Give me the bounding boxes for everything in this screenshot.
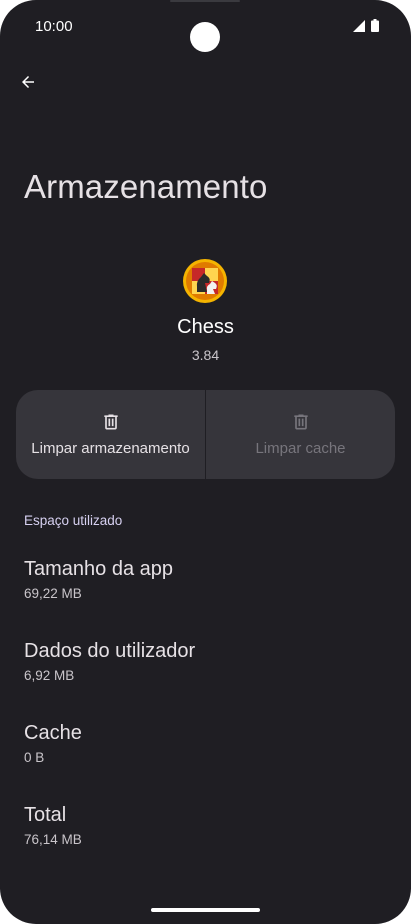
battery-icon xyxy=(371,19,379,32)
signal-icon xyxy=(353,19,365,32)
row-title: Cache xyxy=(24,722,82,744)
trash-icon xyxy=(293,414,308,430)
status-bar: 10:00 xyxy=(0,0,411,52)
app-version: 3.84 xyxy=(191,347,220,363)
storage-row-cache: Cache 0 B xyxy=(24,722,82,765)
page-title: Armazenamento xyxy=(24,168,268,205)
row-value: 0 B xyxy=(24,750,45,765)
row-value: 69,22 MB xyxy=(24,586,82,601)
status-icons xyxy=(353,19,379,32)
home-indicator[interactable] xyxy=(151,908,260,912)
trash-icon xyxy=(103,414,118,430)
app-name: Chess xyxy=(177,316,234,338)
storage-row-total: Total 76,14 MB xyxy=(24,804,82,847)
row-title: Tamanho da app xyxy=(24,558,174,580)
arrow-back-icon xyxy=(22,76,34,88)
storage-row-app-size: Tamanho da app 69,22 MB xyxy=(24,558,173,601)
clear-storage-button[interactable]: Limpar armazenamento xyxy=(16,390,205,479)
clear-cache-label: Limpar cache xyxy=(255,440,346,457)
row-title: Total xyxy=(24,804,67,826)
back-button[interactable] xyxy=(14,68,42,96)
chess-app-icon xyxy=(183,259,227,303)
clear-storage-label: Limpar armazenamento xyxy=(31,440,190,457)
row-value: 76,14 MB xyxy=(24,832,82,847)
row-value: 6,92 MB xyxy=(24,668,75,683)
clear-cache-button[interactable]: Limpar cache xyxy=(206,390,395,479)
front-camera xyxy=(190,22,220,52)
phone-screen: 10:00 Armazenamento Chess 3.84 Limpar ar… xyxy=(0,0,411,924)
section-header-space-used: Espaço utilizado xyxy=(24,513,123,528)
status-time: 10:00 xyxy=(35,18,73,35)
storage-actions-card: Limpar armazenamento Limpar cache xyxy=(16,390,395,479)
storage-row-user-data: Dados do utilizador 6,92 MB xyxy=(24,640,195,683)
row-title: Dados do utilizador xyxy=(24,640,196,662)
